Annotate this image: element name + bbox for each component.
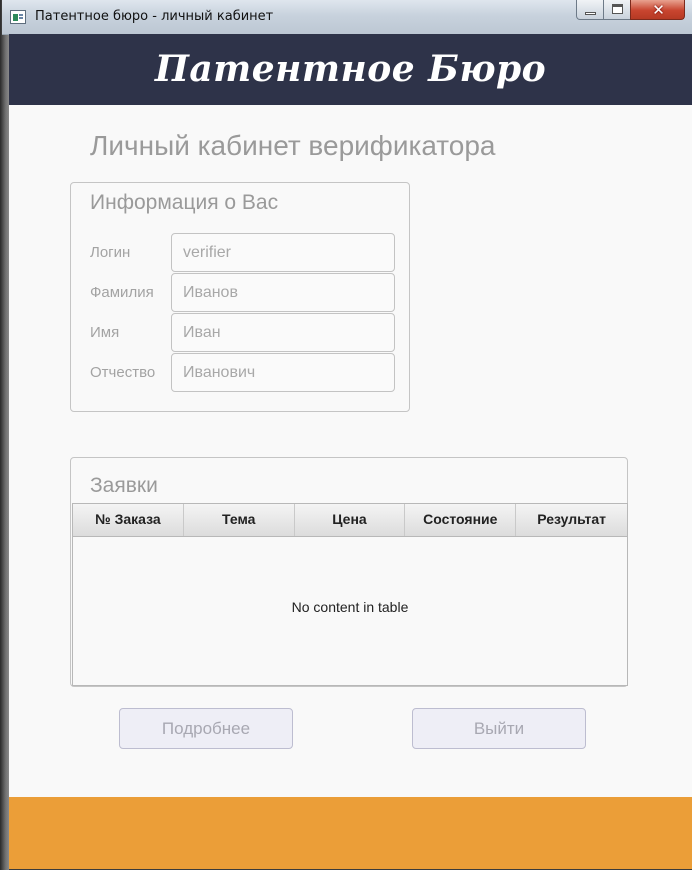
- column-header-result[interactable]: Результат: [516, 504, 627, 536]
- surname-label: Фамилия: [90, 284, 154, 301]
- minimize-button[interactable]: [576, 0, 604, 20]
- details-button[interactable]: Подробнее: [119, 708, 293, 749]
- column-header-price[interactable]: Цена: [295, 504, 406, 536]
- login-label: Логин: [90, 244, 131, 261]
- title-bar[interactable]: Патентное бюро - личный кабинет ✕: [2, 0, 692, 35]
- brand-title: Патентное Бюро: [154, 48, 547, 90]
- maximize-icon: [612, 4, 623, 14]
- patronymic-label: Отчество: [90, 364, 156, 381]
- maximize-button[interactable]: [603, 0, 631, 20]
- name-label: Имя: [90, 324, 120, 341]
- page-title: Личный кабинет верификатора: [90, 130, 496, 161]
- orders-table[interactable]: № Заказа Тема Цена Состояние Результат N…: [72, 503, 628, 686]
- app-window-icon: [10, 10, 26, 24]
- app-window: Патентное бюро - личный кабинет ✕ Патент…: [2, 0, 692, 870]
- close-button[interactable]: ✕: [630, 0, 685, 20]
- login-field[interactable]: verifier: [171, 233, 395, 272]
- close-icon: ✕: [652, 1, 665, 19]
- table-header: № Заказа Тема Цена Состояние Результат: [73, 504, 627, 537]
- name-field[interactable]: Иван: [171, 313, 395, 352]
- patronymic-field[interactable]: Иванович: [171, 353, 395, 392]
- surname-field[interactable]: Иванов: [171, 273, 395, 312]
- column-header-topic[interactable]: Тема: [184, 504, 295, 536]
- column-header-order-number[interactable]: № Заказа: [73, 504, 184, 536]
- column-header-status[interactable]: Состояние: [405, 504, 517, 536]
- orders-title: Заявки: [90, 474, 158, 497]
- app-header: Патентное Бюро: [9, 34, 692, 105]
- footer-bar: [9, 797, 692, 869]
- minimize-icon: [585, 12, 596, 15]
- window-title: Патентное бюро - личный кабинет: [35, 9, 274, 24]
- empty-table-message: No content in table: [291, 599, 409, 615]
- exit-button[interactable]: Выйти: [412, 708, 586, 749]
- user-info-title: Информация о Вас: [90, 191, 279, 214]
- window-content: Патентное Бюро Личный кабинет верификато…: [9, 34, 692, 869]
